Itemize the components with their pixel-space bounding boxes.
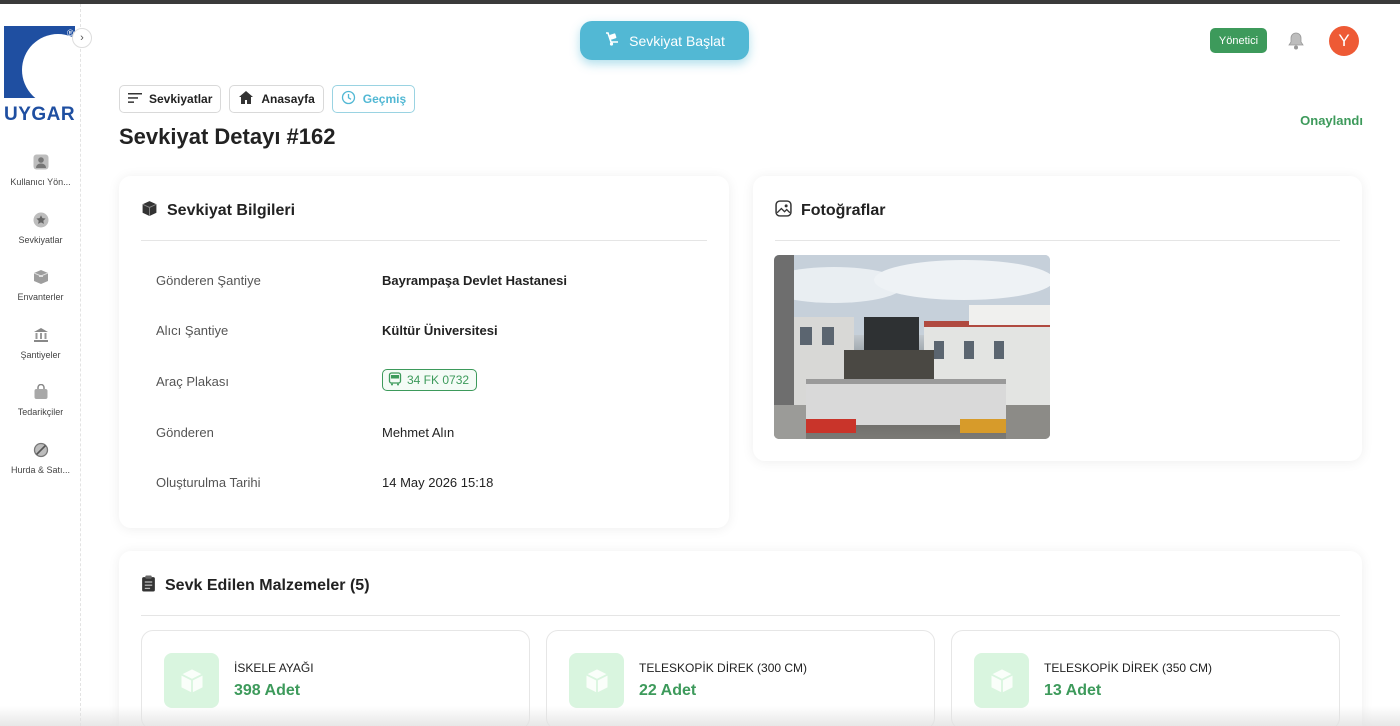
material-quantity: 13 Adet	[1044, 682, 1102, 699]
package-icon	[164, 653, 219, 708]
breadcrumb-label: Anasayfa	[261, 92, 315, 106]
info-value: Bayrampaşa Devlet Hastanesi	[382, 273, 567, 288]
package-icon	[569, 653, 624, 708]
clipboard-icon	[141, 575, 156, 597]
star-icon	[33, 212, 49, 228]
start-shipment-label: Sevkiyat Başlat	[629, 32, 725, 49]
shipment-info-card: Sevkiyat Bilgileri Gönderen Şantiye Bayr…	[119, 176, 729, 528]
sidebar-nav: Kullanıcı Yön... Sevkiyatlar Envanterler…	[0, 152, 81, 497]
info-key: Gönderen Şantiye	[156, 273, 261, 288]
info-row-sender: Gönderen Mehmet Alın	[156, 425, 716, 445]
bus-icon	[388, 371, 402, 389]
material-quantity: 398 Adet	[234, 682, 301, 699]
role-badge: Yönetici	[1210, 28, 1267, 53]
divider	[775, 240, 1340, 241]
breadcrumb: Sevkiyatlar Anasayfa Geçmiş	[119, 85, 416, 113]
info-key: Gönderen	[156, 425, 214, 440]
sidebar-item-users[interactable]: Kullanıcı Yön...	[0, 152, 81, 210]
start-shipment-button[interactable]: Sevkiyat Başlat	[580, 21, 749, 60]
slash-circle-icon	[33, 442, 49, 458]
home-icon	[238, 90, 254, 108]
breadcrumb-label: Geçmiş	[362, 92, 407, 106]
dolly-icon	[604, 31, 620, 50]
sidebar: ® UYGAR › Kullanıcı Yön... Sevkiyatlar E…	[0, 4, 92, 726]
card-title: Sevk Edilen Malzemeler (5)	[165, 577, 370, 594]
chevron-right-icon: ›	[80, 32, 84, 44]
history-icon	[341, 90, 356, 108]
divider	[141, 240, 707, 241]
sidebar-item-label: Şantiyeler	[20, 349, 61, 360]
photos-card: Fotoğraflar	[753, 176, 1362, 461]
plate-text: 34 FK 0732	[407, 373, 470, 387]
sidebar-item-label: Kullanıcı Yön...	[10, 177, 71, 187]
sidebar-item-label: Hurda & Satı...	[10, 464, 71, 475]
sidebar-item-sites[interactable]: Şantiyeler	[0, 325, 81, 383]
sidebar-collapse-button[interactable]: ›	[72, 28, 92, 48]
info-value: 14 May 2026 15:18	[382, 475, 494, 490]
material-name: İSKELE AYAĞI	[234, 661, 314, 675]
sidebar-item-inventories[interactable]: Envanterler	[0, 267, 81, 325]
list-icon	[128, 92, 142, 107]
sidebar-item-label: Sevkiyatlar	[18, 234, 63, 245]
user-icon	[33, 154, 49, 170]
info-row-vehicle-plate: Araç Plakası 34 FK 0732	[156, 369, 716, 394]
image-icon	[775, 200, 792, 222]
window-top-border	[0, 0, 1400, 4]
info-value: Kültür Üniversitesi	[382, 323, 498, 338]
page-title: Sevkiyat Detayı #162	[119, 124, 336, 149]
package-icon	[974, 653, 1029, 708]
divider	[141, 615, 1340, 616]
info-row-receiver-site: Alıcı Şantiye Kültür Üniversitesi	[156, 323, 716, 343]
breadcrumb-shipments-button[interactable]: Sevkiyatlar	[119, 85, 222, 113]
sidebar-item-shipments[interactable]: Sevkiyatlar	[0, 210, 81, 268]
notification-bell-icon[interactable]	[1286, 31, 1306, 51]
breadcrumb-history-button[interactable]: Geçmiş	[331, 85, 416, 113]
bank-icon	[33, 327, 49, 343]
info-row-sender-site: Gönderen Şantiye Bayrampaşa Devlet Hasta…	[156, 273, 716, 293]
materials-card: Sevk Edilen Malzemeler (5) İSKELE AYAĞI …	[119, 551, 1362, 726]
breadcrumb-home-button[interactable]: Anasayfa	[229, 85, 324, 113]
vehicle-plate-tag: 34 FK 0732	[382, 369, 478, 391]
info-value: Mehmet Alın	[382, 425, 455, 440]
breadcrumb-label: Sevkiyatlar	[149, 92, 213, 106]
sidebar-item-label: Tedarikçiler	[17, 407, 64, 417]
cube-icon	[141, 200, 158, 222]
card-title: Fotoğraflar	[801, 202, 886, 219]
sidebar-item-suppliers[interactable]: Tedarikçiler	[0, 382, 81, 440]
shipment-photo[interactable]	[774, 255, 1050, 439]
material-name: TELESKOPİK DİREK (300 CM)	[639, 661, 808, 675]
material-name: TELESKOPİK DİREK (350 CM)	[1044, 661, 1213, 675]
shipment-status: Onaylandı	[1300, 113, 1363, 128]
bag-icon	[33, 384, 49, 400]
logo-mark: ®	[4, 26, 75, 98]
user-avatar[interactable]: Y	[1329, 26, 1359, 56]
info-key: Oluşturulma Tarihi	[156, 475, 261, 490]
material-quantity: 22 Adet	[639, 682, 697, 699]
info-row-created-at: Oluşturulma Tarihi 14 May 2026 15:18	[156, 475, 716, 495]
card-title: Sevkiyat Bilgileri	[167, 202, 296, 219]
box-icon	[33, 269, 49, 285]
info-key: Alıcı Şantiye	[156, 323, 229, 338]
info-key: Araç Plakası	[156, 374, 229, 389]
brand-logo[interactable]: ® UYGAR	[4, 26, 76, 126]
bottom-fade	[0, 706, 1400, 726]
sidebar-item-scrap-sales[interactable]: Hurda & Satı...	[0, 440, 81, 498]
brand-name: UYGAR	[4, 104, 76, 125]
sidebar-item-label: Envanterler	[17, 292, 64, 302]
